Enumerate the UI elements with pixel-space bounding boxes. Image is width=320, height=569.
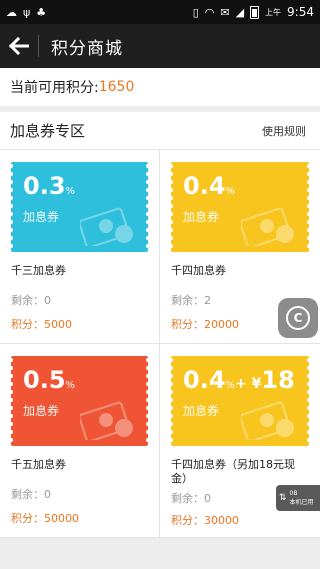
- message-icon: ✉: [220, 5, 230, 19]
- cat-icon: ♣: [36, 5, 47, 19]
- status-time: 9:54: [287, 5, 314, 19]
- appbar-divider: [38, 35, 39, 57]
- speed-value: 0B: [289, 490, 298, 497]
- coupon-grid: 0.3% 加息券 千三加息券 剩余：0 积分：5000 0.4% 加息券 千四加…: [0, 150, 320, 538]
- network-speed-widget[interactable]: ⇅ 0B 本机已用: [276, 485, 320, 511]
- wifi-icon: ◠: [204, 5, 215, 19]
- coupon-ticket: 0.3% 加息券: [11, 162, 148, 252]
- status-bar: ☁ ψ ♣ ▯ ◠ ✉ ◢ 上午 9:54: [0, 0, 320, 24]
- vibrate-icon: ▯: [192, 5, 199, 19]
- page-title: 积分商城: [51, 38, 123, 59]
- coupon-points: 积分：5000: [11, 318, 72, 331]
- money-icon: [80, 401, 133, 440]
- up-down-arrows-icon: ⇅: [279, 492, 287, 503]
- coupon-name: 千五加息券: [11, 458, 66, 471]
- coupon-name: 千四加息券: [171, 264, 226, 277]
- usb-icon: ψ: [23, 5, 31, 19]
- speed-label: 本机已用: [289, 499, 314, 506]
- app-bar: 积分商城: [0, 24, 320, 68]
- coupon-ticket: 0.4%+ ¥18 加息券: [171, 356, 309, 446]
- section-title: 加息券专区: [10, 122, 86, 140]
- coupon-ticket: 0.4% 加息券: [171, 162, 309, 252]
- money-icon: [241, 401, 294, 440]
- coupon-rate: 0.4%: [183, 172, 236, 200]
- money-icon: [241, 207, 294, 246]
- battery-icon: [250, 5, 260, 19]
- usage-rules-link[interactable]: 使用规则: [262, 123, 306, 139]
- coupon-name: 千四加息券（另加18元现金）: [171, 458, 295, 485]
- coupon-card[interactable]: 0.3% 加息券 千三加息券 剩余：0 积分：5000: [0, 150, 160, 344]
- coupon-name: 千三加息券: [11, 264, 66, 277]
- coupon-rate: 0.5%: [23, 366, 76, 394]
- section-header: 加息券专区 使用规则: [0, 112, 320, 150]
- available-points: 当前可用积分: 1650: [0, 68, 320, 106]
- status-ampm: 上午: [265, 7, 282, 17]
- coupon-points: 积分：50000: [11, 512, 79, 525]
- back-button[interactable]: [0, 24, 38, 68]
- assistant-icon: C: [286, 306, 310, 330]
- cloud-icon: ☁: [6, 5, 17, 19]
- coupon-ticket: 0.5% 加息券: [11, 356, 148, 446]
- money-icon: [80, 207, 133, 246]
- coupon-card[interactable]: 0.5% 加息券 千五加息券 剩余：0 积分：50000: [0, 344, 160, 538]
- coupon-remaining: 剩余：0: [11, 488, 51, 501]
- points-value: 1650: [98, 79, 135, 95]
- signal-icon: ◢: [235, 5, 245, 19]
- coupon-rate: 0.4%+ ¥18: [183, 366, 295, 394]
- arrow-left-icon: [9, 37, 29, 55]
- coupon-points: 积分：30000: [171, 514, 239, 527]
- coupon-remaining: 剩余：0: [11, 294, 51, 307]
- floating-assistant-button[interactable]: C: [278, 298, 318, 338]
- points-label: 当前可用积分:: [10, 80, 99, 96]
- coupon-rate: 0.3%: [23, 172, 76, 200]
